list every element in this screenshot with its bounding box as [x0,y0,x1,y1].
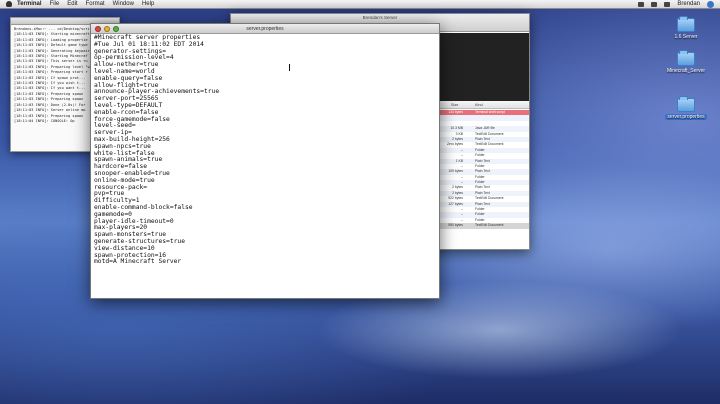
menu-format[interactable]: Format [86,1,105,7]
file-size: -- [460,163,463,168]
textedit-window[interactable]: server.properties #Minecraft server prop… [90,23,440,299]
editor-line: level-seed= [94,122,136,130]
file-size: -- [460,180,463,185]
editor-text-area[interactable]: #Minecraft server properties #Tue Jul 01 … [91,34,439,267]
desktop-file-server-properties[interactable]: server.properties [656,96,716,120]
file-kind: Java JAR file [475,126,495,131]
file-size: 127 bytes [448,201,463,206]
menu-window[interactable]: Window [113,1,134,7]
file-kind: Folder [475,212,485,217]
spotlight-search-icon[interactable] [707,0,714,8]
file-kind: TextEdit Document [475,223,504,228]
file-kind: Folder [475,147,485,152]
file-size: -- [460,153,463,158]
file-kind: Plain Text [475,190,490,195]
editor-titlebar[interactable]: server.properties [91,24,439,34]
file-size: 134 bytes [448,110,463,114]
file-size: 950 bytes [448,223,463,228]
column-kind[interactable]: Kind [475,103,483,107]
file-kind: Folder [475,163,485,168]
column-size[interactable]: Size [451,103,458,107]
folder-icon [677,50,695,66]
file-kind: Folder [475,180,485,185]
editor-title: server.properties [246,26,284,32]
file-kind: TextEdit Document [475,196,504,201]
volume-icon[interactable] [651,1,658,7]
menu-file[interactable]: File [50,1,60,7]
file-size: -- [460,217,463,222]
menu-help[interactable]: Help [142,1,154,7]
file-kind: Plain Text [475,136,490,141]
file-size: 2 bytes [452,185,463,190]
file-kind: Plain Text [475,169,490,174]
wifi-icon[interactable] [638,1,645,7]
desktop-icon-label: Minecraft_Server [666,68,706,74]
file-size: -- [460,207,463,212]
editor-line: motd=A Minecraft Server [94,258,182,266]
desktop-icon-label: 1.6 Server [674,34,698,40]
finder-title: Brendan's Server [362,15,398,20]
file-size: Zero bytes [446,142,463,147]
file-size: 3 KB [455,131,463,136]
apple-menu-icon[interactable] [6,1,12,7]
menu-bar: Terminal File Edit Format Window Help Br… [0,0,720,9]
file-size: -- [460,174,463,179]
file-kind: TextEdit Document [475,131,504,136]
file-size: 922 bytes [448,196,463,201]
file-kind: Terminal shell script [475,110,505,114]
file-kind: Plain Text [475,158,490,163]
file-size: 1 KB [455,158,463,163]
file-size: -- [460,212,463,217]
file-kind: Folder [475,207,485,212]
file-kind: Folder [475,174,485,179]
file-kind: Folder [475,153,485,158]
folder-icon [677,16,695,32]
desktop-folder-1-6-server[interactable]: 1.6 Server [656,16,716,40]
menu-extras: Brendan [638,0,720,8]
file-size: 10.3 MB [450,126,463,131]
battery-icon[interactable] [664,1,671,7]
editor-line: enable-command-block=false [94,203,193,211]
folder-icon [677,96,695,112]
file-kind: TextEdit Document [475,142,504,147]
editor-line: resource-pack= [94,183,148,191]
desktop-folder-minecraft-server[interactable]: Minecraft_Server [656,50,716,74]
menu-edit[interactable]: Edit [67,1,77,7]
file-size: 2 bytes [452,136,463,141]
text-cursor [289,64,290,71]
file-kind: Plain Text [475,201,490,206]
editor-line: force-gamemode=false [94,115,170,123]
menu-app-terminal[interactable]: Terminal [17,1,42,7]
menu-user-name[interactable]: Brendan [677,1,700,7]
file-size: -- [460,147,463,152]
desktop-icon-label: server.properties [665,114,707,120]
file-size: 109 bytes [448,169,463,174]
file-kind: Plain Text [475,185,490,190]
file-kind: Folder [475,217,485,222]
file-size: 2 bytes [452,190,463,195]
editor-line: pvp=true [94,190,125,198]
